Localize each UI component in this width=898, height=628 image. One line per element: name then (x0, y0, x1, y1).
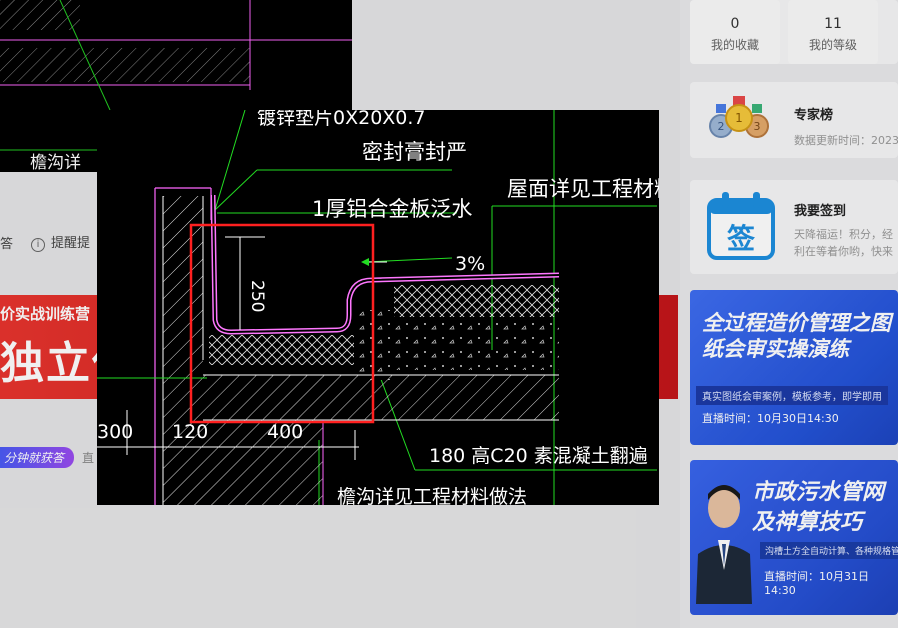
label-gasket: 镀锌垫片0X20X0.7 (257, 110, 426, 129)
label-dim-120: 120 (172, 421, 208, 443)
label-curb: 180 高C20 素混凝土翻遍 (429, 445, 648, 467)
label-flashing: 1厚铝合金板泛水 (312, 197, 472, 221)
image-viewer[interactable]: 镀锌垫片0X20X0.7 密封膏封严 1厚铝合金板泛水 屋面详见工程材料 3% … (97, 110, 659, 505)
label-gutter: 檐沟详见工程材料做法 (337, 486, 527, 505)
label-slope: 3% (455, 253, 485, 275)
label-sealant: 密封膏封严 (362, 140, 467, 164)
label-dim-400: 400 (267, 421, 303, 443)
cad-drawing: 镀锌垫片0X20X0.7 密封膏封严 1厚铝合金板泛水 屋面详见工程材料 3% … (97, 110, 659, 505)
label-height: 250 (247, 280, 267, 312)
label-dim-300: 300 (97, 421, 133, 443)
label-roof: 屋面详见工程材料 (507, 177, 659, 201)
